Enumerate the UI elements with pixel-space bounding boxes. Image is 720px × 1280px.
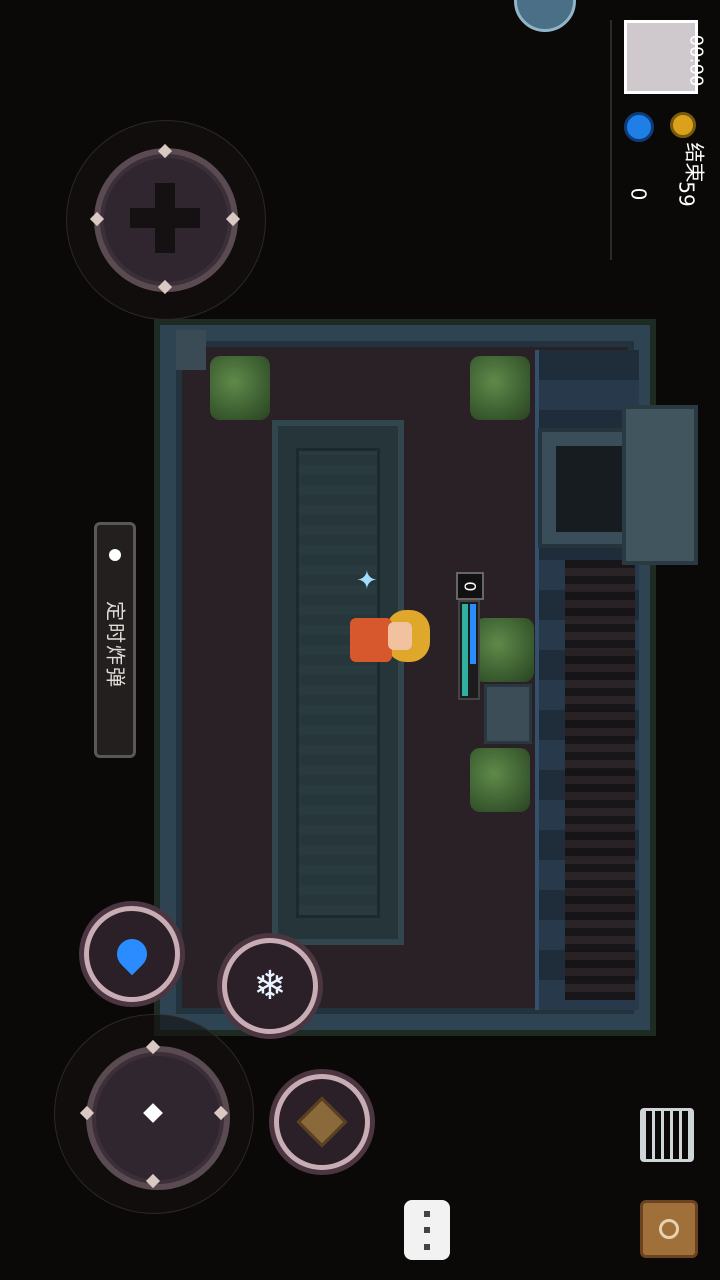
health-bar xyxy=(458,600,480,700)
backpack-buckle xyxy=(659,1219,679,1239)
backpack-icon[interactable] xyxy=(640,1200,698,1258)
bush-right-mid xyxy=(474,618,534,682)
bush-right-low xyxy=(470,748,530,812)
skill-button-freeze[interactable]: ❄ xyxy=(222,938,318,1034)
skill-button-flame[interactable] xyxy=(84,906,180,1002)
avatar-badge[interactable] xyxy=(514,0,576,32)
chat-dot xyxy=(424,1227,430,1233)
pillar-top xyxy=(176,330,206,370)
bush-right-top xyxy=(470,356,530,420)
move-joystick-pad[interactable] xyxy=(86,1046,230,1190)
aim-cross-icon-v xyxy=(155,183,175,253)
level-badge: 0 xyxy=(456,572,484,600)
gem-count: 0 xyxy=(626,187,651,201)
weapon-swap-button[interactable] xyxy=(274,1074,370,1170)
chat-dot xyxy=(424,1243,430,1250)
snowflake-icon: ❄ xyxy=(253,963,287,1009)
blue-flame-icon xyxy=(110,932,154,976)
bush-left-top xyxy=(210,356,270,420)
armor-fill xyxy=(470,604,476,664)
player-face xyxy=(388,622,412,650)
end-label[interactable]: 结束 xyxy=(682,143,711,183)
chat-dot xyxy=(424,1210,430,1217)
door-frame xyxy=(622,405,698,565)
blue-gem-icon xyxy=(624,112,654,142)
timed-bomb-label: 定时炸弹 xyxy=(103,601,128,689)
timer-text: 00:00 xyxy=(685,34,707,87)
sparkle-effect: ✦ xyxy=(356,566,378,596)
player-character xyxy=(342,608,432,668)
player-body xyxy=(350,618,392,662)
timed-bomb-panel[interactable]: 定时炸弹 xyxy=(94,522,136,758)
crate-weapon-icon xyxy=(296,1096,348,1148)
cart-icon[interactable] xyxy=(640,1108,694,1162)
statue-alcove xyxy=(556,446,626,532)
chat-bubble-icon[interactable] xyxy=(404,1200,450,1260)
floor-carpet-inner xyxy=(296,448,380,918)
gold-coin-icon xyxy=(670,112,696,138)
health-fill xyxy=(462,604,468,696)
hud-panel-edge xyxy=(610,20,612,260)
gold-count: 59 xyxy=(674,181,699,207)
prison-bars xyxy=(565,560,635,1000)
level-text: 0 xyxy=(460,580,480,592)
bomb-indicator-dot xyxy=(109,549,121,561)
stone-block xyxy=(484,684,532,744)
